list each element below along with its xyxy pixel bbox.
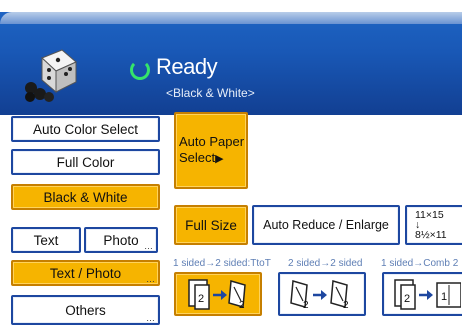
auto-paper-line2: Select [179,150,216,165]
preset-ratio-button[interactable]: 11×15 ↓ 8½×11 [405,205,462,245]
text-mode-label: Text [33,232,59,248]
text-photo-mode-button[interactable]: Text / Photo … [11,260,160,286]
svg-text:2: 2 [303,300,309,311]
current-mode-text: <Black & White> [166,86,255,100]
dice-logo-icon [25,49,77,102]
header-top-gap [0,0,462,12]
svg-text:2: 2 [343,300,349,311]
more-options-icon: … [146,274,155,284]
header-bar: Ready <Black & White> [0,0,462,115]
auto-color-select-button[interactable]: Auto Color Select [11,116,160,142]
photo-mode-label: Photo [103,232,139,248]
others-mode-label: Others [65,302,106,318]
auto-paper-line1: Auto Paper [179,134,245,149]
duplex-1to2-button[interactable]: 1 2 2 [174,272,262,316]
svg-text:1: 1 [441,291,447,303]
duplex-option3-label: 1 sided→Comb 2 [381,258,459,269]
header-bevel [0,12,462,24]
auto-paper-select-button[interactable]: Auto Paper Select▶ [174,112,248,189]
full-color-button[interactable]: Full Color [11,149,160,175]
black-white-label: Black & White [43,189,128,205]
text-mode-button[interactable]: Text [11,227,81,253]
ratio-bottom-label: 8½×11 [415,229,447,241]
others-mode-button[interactable]: Others … [11,295,160,325]
auto-paper-line2-wrap: Select▶ [179,150,224,167]
duplex-option2-label: 2 sided→2 sided [288,258,363,269]
full-size-button[interactable]: Full Size [174,205,248,245]
copier-screen: Ready <Black & White> Auto Color Select … [0,0,462,329]
one-to-two-sided-icon: 1 2 2 [188,279,246,311]
play-arrow-icon: ▶ [215,153,224,165]
one-to-combine-icon: 1 2 1 [394,279,461,310]
full-color-label: Full Color [56,154,115,170]
auto-reduce-enlarge-label: Auto Reduce / Enlarge [263,218,389,232]
more-options-icon: … [146,313,155,323]
svg-text:2: 2 [404,293,410,305]
black-white-button[interactable]: Black & White [11,184,160,210]
svg-text:2: 2 [239,300,245,311]
duplex-2to2-button[interactable]: 2 2 [278,272,366,316]
ready-status-icon [130,60,150,80]
two-to-two-sided-icon: 2 2 [290,280,349,311]
more-options-icon: … [144,241,153,251]
duplex-option1-label: 1 sided→2 sided:TtoT [173,258,271,269]
photo-mode-button[interactable]: Photo … [84,227,158,253]
duplex-1-to-combine-button[interactable]: 1 2 1 [382,272,462,316]
svg-text:2: 2 [198,293,204,305]
full-size-label: Full Size [185,217,237,233]
auto-color-select-label: Auto Color Select [32,121,139,137]
ready-status-text: Ready [156,54,218,79]
text-photo-mode-label: Text / Photo [49,265,122,281]
auto-reduce-enlarge-button[interactable]: Auto Reduce / Enlarge [252,205,400,245]
